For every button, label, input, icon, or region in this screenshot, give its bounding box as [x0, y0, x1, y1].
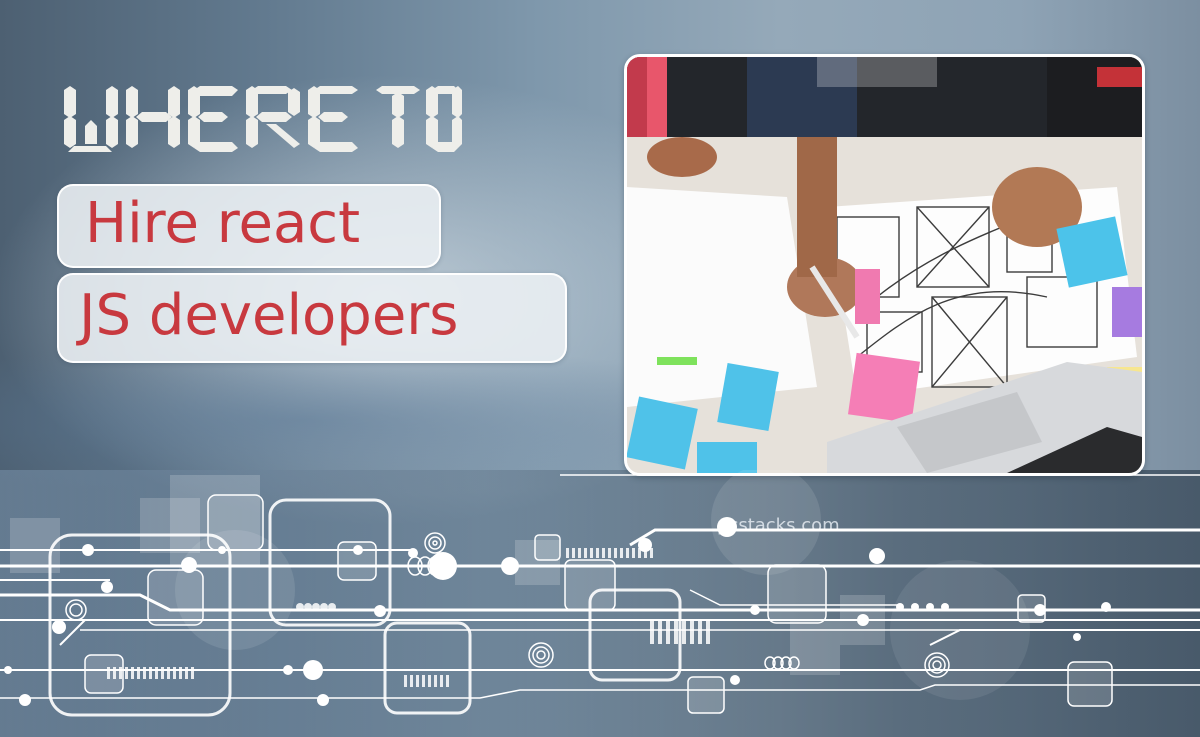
- headline-pill-line1: Hire react: [57, 184, 441, 268]
- headline-line1-text: Hire react: [85, 191, 361, 256]
- circuit-board-graphic: [0, 470, 1200, 717]
- headline-segmented-text: WHERE TO: [64, 86, 462, 152]
- headline-pill-line2: JS developers: [57, 273, 567, 363]
- photo-illustration: [627, 57, 1142, 473]
- team-wireframe-photo: [624, 54, 1145, 476]
- headline: WHERE TO: [62, 86, 462, 152]
- headline-line2-text: JS developers: [79, 283, 459, 348]
